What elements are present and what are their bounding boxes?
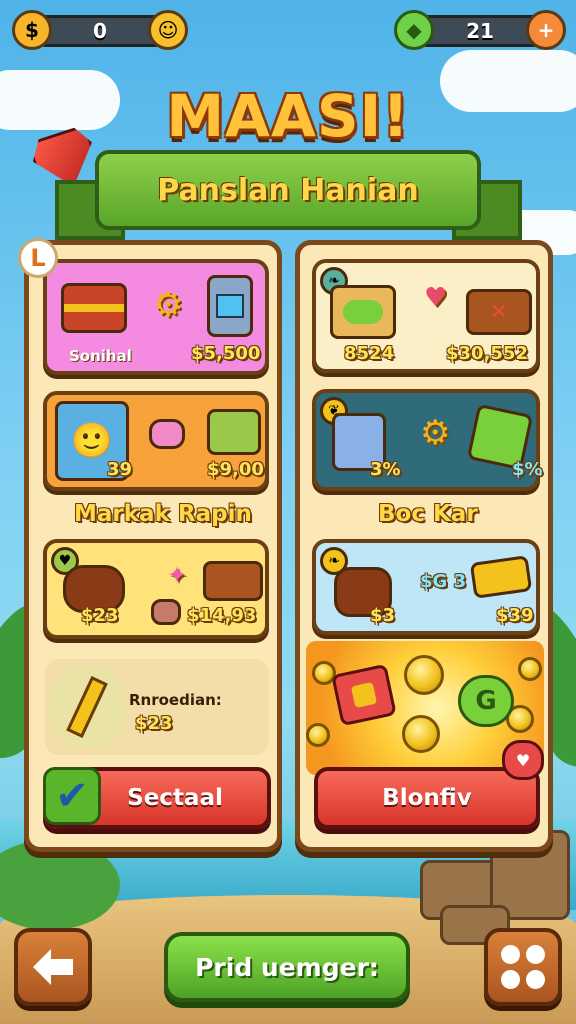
info-value: $23 [135,713,173,734]
info-label: Rnroedian: [129,691,222,709]
smiley-coin-icon[interactable]: ☺ [148,10,188,50]
level-badge: L [18,238,58,278]
button-label: Blonfiv [382,785,472,811]
item-price: $5,500 [191,343,261,364]
green-crate-icon [207,409,261,455]
shop-card[interactable]: 🙂 39 $9,00 [43,391,269,491]
machine-icon [207,275,253,337]
item-price: 8524 [344,343,395,364]
shop-card[interactable]: ❧ $3 $G 3 $39 [312,539,540,635]
play-button[interactable]: Prid uemger: [164,932,410,1002]
green-slime-crate-icon [330,285,396,339]
sparkle-icon: ✦ [167,561,188,589]
dice-button[interactable] [484,928,562,1006]
dice-icon [501,945,545,989]
section-title: Boc Kar [378,501,478,527]
gear-icon: ⚙ [153,285,184,325]
heart-icon: ♥ [424,283,448,313]
item-price: $G 3 [420,571,467,592]
gold-bars-icon [469,555,533,599]
button-label: Sectaal [127,785,223,811]
coin-icon [518,657,542,681]
gift-icon [149,419,185,449]
green-bubble-icon: G [458,675,514,727]
subtitle: Panslan Hanian [157,172,419,208]
info-box: Rnroedian: $23 [45,659,269,755]
coin-icon [306,723,330,747]
coin-icon [402,715,440,753]
ruby-box-icon [331,663,397,727]
coin-icon [404,655,444,695]
gold-bag-icon[interactable]: $ [12,10,52,50]
shop-card[interactable]: ❦ ⚙ 3% $% [312,389,543,491]
item-price: 3% [370,459,401,480]
shop-card[interactable]: ⚙ Sonihal $5,500 [43,259,269,375]
item-label: Sonihal [69,347,132,365]
pot-icon [151,599,181,625]
section-title: Markak Rapin [74,501,252,527]
plus-icon[interactable]: + [526,10,566,50]
left-shop-panel: ⚙ Sonihal $5,500 🙂 39 $9,00 Markak Rapin… [24,240,282,852]
buy-button[interactable]: Blonfiv [314,767,540,829]
back-button[interactable] [14,928,92,1006]
item-price: $% [512,459,543,480]
currency-value-right: 21 [466,19,494,43]
pencil-icon [49,665,125,749]
play-button-label: Prid uemger: [195,952,379,982]
item-price: $39 [496,605,534,626]
game-title: MAASI! [166,82,410,150]
gear-icon: ⚙ [420,413,451,453]
shop-card[interactable]: ❧ ♥ ✕ 8524 $30,552 [312,259,540,373]
shop-card[interactable]: ♥ ✦ $23 $14,93 [43,539,269,639]
currency-value-left: 0 [93,19,107,43]
checkmark-icon: ✔ [43,767,101,825]
treasure-chest-icon [61,283,127,333]
title-ribbon: Panslan Hanian [95,150,481,230]
basket-icon [203,561,263,601]
arrow-left-icon [33,949,73,985]
item-price: $3 [370,605,396,626]
item-price: $14,93 [187,605,257,626]
item-count: 39 [107,459,133,480]
red-heart-icon: ♥ [502,740,544,780]
item-price: $9,00 [207,459,264,480]
item-price: $30,552 [446,343,528,364]
gift-crate-icon: ✕ [466,289,532,335]
item-price: $23 [81,605,119,626]
green-gem-icon[interactable]: ◆ [394,10,434,50]
